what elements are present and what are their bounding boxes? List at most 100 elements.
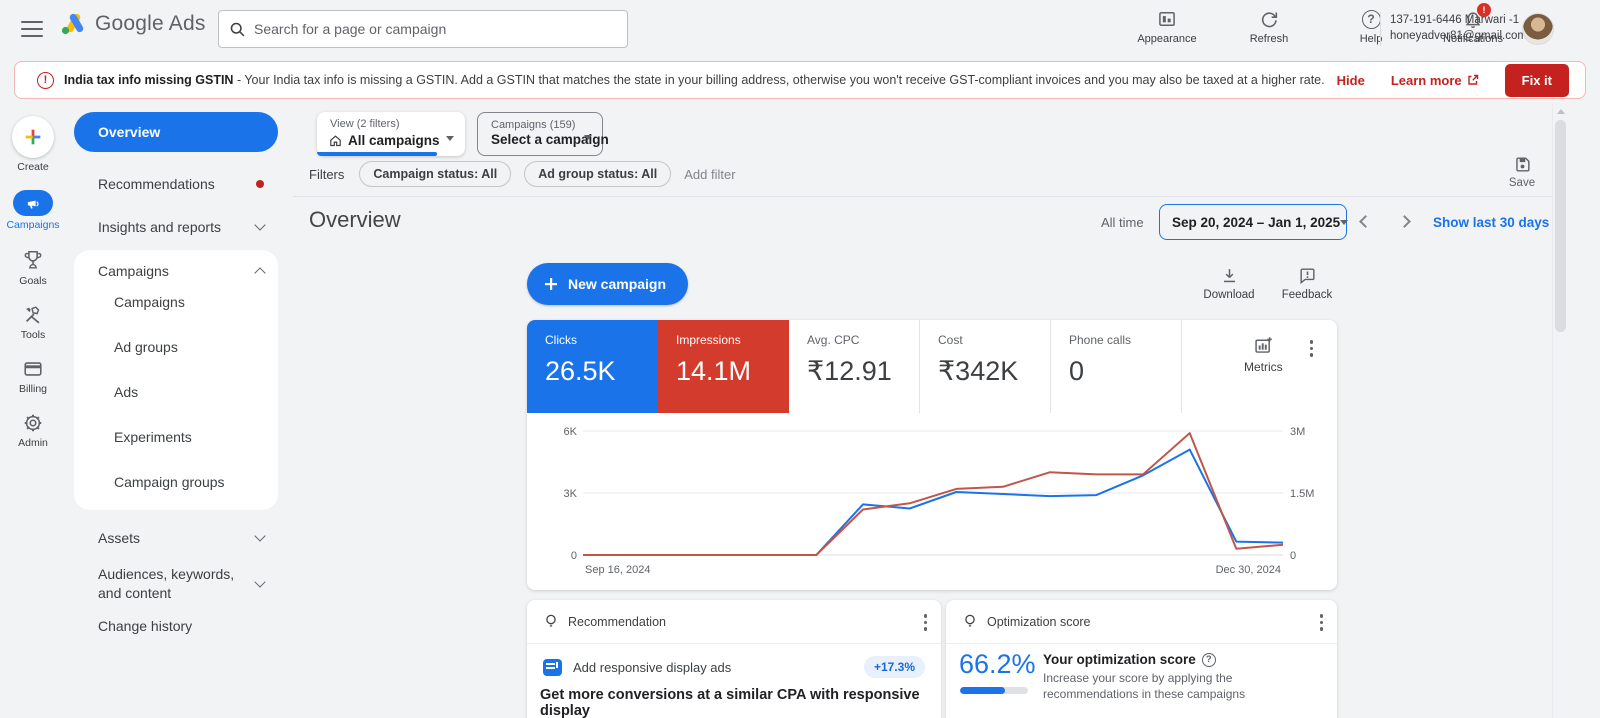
learn-more-link[interactable]: Learn more	[1391, 73, 1479, 88]
filters-row: Filters Campaign status: All Ad group st…	[309, 161, 736, 187]
nav-item-recommendations[interactable]: Recommendations	[74, 176, 278, 192]
y-axis-left-tick-0: 0	[571, 550, 577, 562]
appearance-button[interactable]: Appearance	[1128, 8, 1206, 45]
optimization-card-header: Optimization score	[946, 600, 1337, 644]
metric-cell-4[interactable]: Phone calls 0	[1051, 320, 1182, 413]
rail-label-admin: Admin	[18, 437, 48, 449]
nav-item-insights[interactable]: Insights and reports	[74, 219, 278, 235]
download-icon	[1220, 266, 1239, 285]
show-last-30-days-link[interactable]: Show last 30 days	[1433, 215, 1549, 230]
rail-item-admin[interactable]: Admin	[18, 412, 48, 449]
campaign-select-label: Campaigns (159)	[491, 119, 575, 131]
next-period-button[interactable]	[1395, 213, 1413, 231]
nav-item-overview[interactable]: Overview	[74, 112, 278, 152]
previous-period-button[interactable]	[1356, 213, 1374, 231]
optimization-overflow-menu[interactable]	[1316, 610, 1328, 635]
y-axis-right-tick-1-5m: 1.5M	[1290, 488, 1314, 500]
search-input[interactable]	[254, 21, 617, 37]
metric-cell-1[interactable]: Impressions 14.1M	[658, 320, 789, 413]
metric-cell-2[interactable]: Avg. CPC ₹12.91	[789, 320, 920, 413]
section-divider	[293, 196, 1552, 197]
nav-item-campaigns[interactable]: Campaigns	[74, 279, 278, 324]
view-filter-dropdown[interactable]: View (2 filters) All campaigns	[317, 112, 465, 156]
rail-label-billing: Billing	[19, 383, 47, 395]
nav-item-assets[interactable]: Assets	[74, 530, 278, 546]
new-campaign-button[interactable]: New campaign	[527, 263, 688, 305]
refresh-icon	[1259, 9, 1279, 29]
metric-value-phone-calls: 0	[1069, 356, 1181, 387]
feedback-icon	[1298, 266, 1317, 285]
recommendation-overflow-menu[interactable]	[920, 610, 932, 635]
metrics-label: Metrics	[1244, 360, 1283, 374]
gear-icon	[22, 412, 44, 434]
plus-icon	[543, 276, 559, 292]
google-ads-app: Google Ads Appearance Refresh ? Help	[0, 0, 1600, 718]
refresh-button[interactable]: Refresh	[1230, 8, 1308, 45]
download-button[interactable]: Download	[1196, 266, 1262, 301]
download-label: Download	[1203, 289, 1254, 301]
optimization-card-title: Optimization score	[987, 615, 1091, 629]
rail-item-campaigns[interactable]: Campaigns	[6, 190, 59, 231]
nav-item-ad-groups[interactable]: Ad groups	[74, 324, 278, 369]
nav-item-experiments[interactable]: Experiments	[74, 414, 278, 459]
rail-item-create[interactable]: Create	[12, 104, 54, 173]
banner-title: India tax info missing GSTIN	[64, 73, 233, 87]
help-circle-icon[interactable]: ?	[1202, 653, 1216, 667]
nav-item-ads[interactable]: Ads	[74, 369, 278, 414]
hide-link[interactable]: Hide	[1337, 73, 1365, 88]
fix-it-button[interactable]: Fix it	[1505, 64, 1569, 97]
scrollbar-up-arrow[interactable]	[1557, 109, 1565, 114]
save-button[interactable]: Save	[1494, 155, 1550, 189]
top-header: Google Ads Appearance Refresh ? Help	[0, 0, 1600, 58]
insights-label: Insights and reports	[98, 219, 221, 235]
campaign-select-dropdown[interactable]: Campaigns (159) Select a campaign	[477, 112, 603, 156]
lightbulb-icon	[961, 612, 979, 630]
recommendation-uplift-badge: +17.3%	[864, 656, 925, 678]
feedback-button[interactable]: Feedback	[1274, 266, 1340, 301]
metric-label-cost: Cost	[938, 333, 1050, 347]
hamburger-menu-icon[interactable]	[21, 21, 43, 37]
metrics-button[interactable]: Metrics	[1244, 335, 1283, 374]
new-campaign-label: New campaign	[568, 276, 666, 292]
global-search[interactable]	[218, 10, 628, 48]
view-filter-label: View (2 filters)	[330, 118, 399, 130]
nav-item-campaign-groups[interactable]: Campaign groups	[74, 459, 278, 504]
optimization-headline-text: Your optimization score	[1043, 652, 1196, 667]
recommendation-headline[interactable]: Get more conversions at a similar CPA wi…	[540, 687, 920, 718]
filters-label: Filters	[309, 167, 344, 182]
y-axis-left-tick-3k: 3K	[564, 488, 578, 500]
scrollbar-thumb[interactable]	[1555, 120, 1566, 332]
recommendations-label: Recommendations	[98, 176, 215, 192]
alert-icon: !	[37, 72, 54, 89]
metric-label-phone-calls: Phone calls	[1069, 333, 1181, 347]
metric-cell-3[interactable]: Cost ₹342K	[920, 320, 1051, 413]
nav-group-campaigns[interactable]: Campaigns	[74, 263, 278, 279]
recommendation-item-label: Add responsive display ads	[573, 660, 864, 675]
account-info[interactable]: 137-191-6446 Marwari -1 honeyadver81@gma…	[1390, 13, 1516, 44]
recommendation-card: Recommendation Add responsive display ad…	[527, 600, 941, 718]
campaigns-group-card: Campaigns Campaigns Ad groups Ads Experi…	[74, 250, 278, 510]
logo-text: Google Ads	[95, 12, 206, 36]
account-id: 137-191-6446 Marwari -1	[1390, 13, 1516, 29]
rail-item-billing[interactable]: Billing	[19, 358, 47, 395]
audiences-label: Audiences, keywords, and content	[98, 565, 256, 603]
rail-item-tools[interactable]: Tools	[21, 304, 46, 341]
save-label: Save	[1509, 177, 1535, 189]
add-filter-button[interactable]: Add filter	[684, 167, 735, 182]
chip-ad-group-status[interactable]: Ad group status: All	[524, 161, 671, 187]
metrics-overflow-menu[interactable]	[1306, 336, 1318, 361]
rail-label-tools: Tools	[21, 329, 46, 341]
recommendation-item[interactable]: Add responsive display ads +17.3%	[543, 656, 925, 678]
banner-message: India tax info missing GSTIN - Your Indi…	[64, 73, 1325, 87]
metric-cell-0[interactable]: Clicks 26.5K	[527, 320, 658, 413]
help-label: Help	[1360, 33, 1383, 45]
rail-item-goals[interactable]: Goals	[19, 248, 46, 287]
chip-campaign-status[interactable]: Campaign status: All	[359, 161, 511, 187]
nav-item-change-history[interactable]: Change history	[74, 618, 278, 634]
header-divider	[1380, 12, 1381, 46]
nav-item-audiences[interactable]: Audiences, keywords, and content	[74, 565, 278, 603]
avatar[interactable]	[1522, 13, 1554, 45]
chevron-down-icon	[254, 576, 265, 587]
date-range-picker[interactable]: Sep 20, 2024 – Jan 1, 2025	[1159, 204, 1347, 240]
rail-label-campaigns: Campaigns	[6, 219, 59, 231]
